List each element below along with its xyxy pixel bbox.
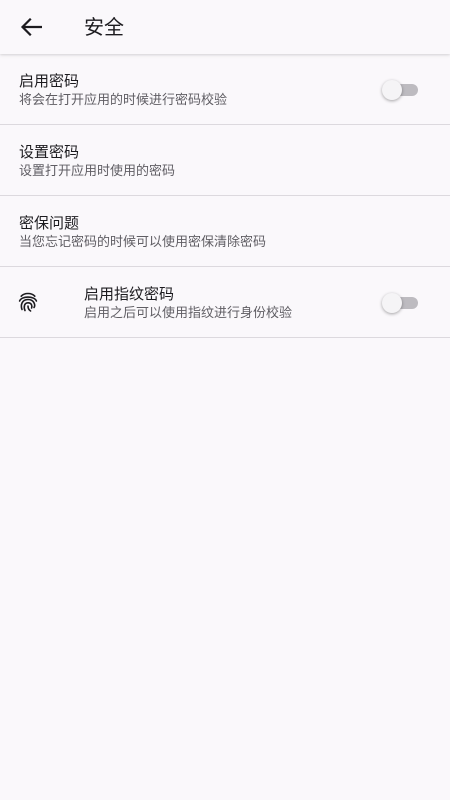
arrow-left-icon xyxy=(20,18,42,36)
setting-subtitle: 设置打开应用时使用的密码 xyxy=(19,164,176,179)
switch-thumb xyxy=(382,293,402,313)
setting-enable-fingerprint[interactable]: 启用指纹密码 启用之后可以使用指纹进行身份校验 xyxy=(0,267,450,338)
fingerprint-icon xyxy=(18,292,38,312)
enable-fingerprint-switch[interactable] xyxy=(382,293,420,313)
app-bar: 安全 xyxy=(0,0,450,54)
setting-set-password[interactable]: 设置密码 设置打开应用时使用的密码 xyxy=(0,125,450,196)
setting-title: 启用密码 xyxy=(19,72,80,90)
setting-title: 设置密码 xyxy=(19,143,80,161)
enable-password-switch[interactable] xyxy=(382,80,420,100)
switch-thumb xyxy=(382,80,402,100)
setting-subtitle: 当您忘记密码的时候可以使用密保清除密码 xyxy=(19,235,267,250)
setting-subtitle: 将会在打开应用的时候进行密码校验 xyxy=(19,93,228,108)
setting-title: 启用指纹密码 xyxy=(84,285,175,303)
setting-security-question[interactable]: 密保问题 当您忘记密码的时候可以使用密保清除密码 xyxy=(0,196,450,267)
setting-title: 密保问题 xyxy=(19,214,80,232)
setting-subtitle: 启用之后可以使用指纹进行身份校验 xyxy=(84,306,293,321)
page-title: 安全 xyxy=(84,15,124,39)
back-button[interactable] xyxy=(14,11,48,43)
setting-enable-password[interactable]: 启用密码 将会在打开应用的时候进行密码校验 xyxy=(0,54,450,125)
security-settings-list: 启用密码 将会在打开应用的时候进行密码校验 设置密码 设置打开应用时使用的密码 … xyxy=(0,54,450,338)
